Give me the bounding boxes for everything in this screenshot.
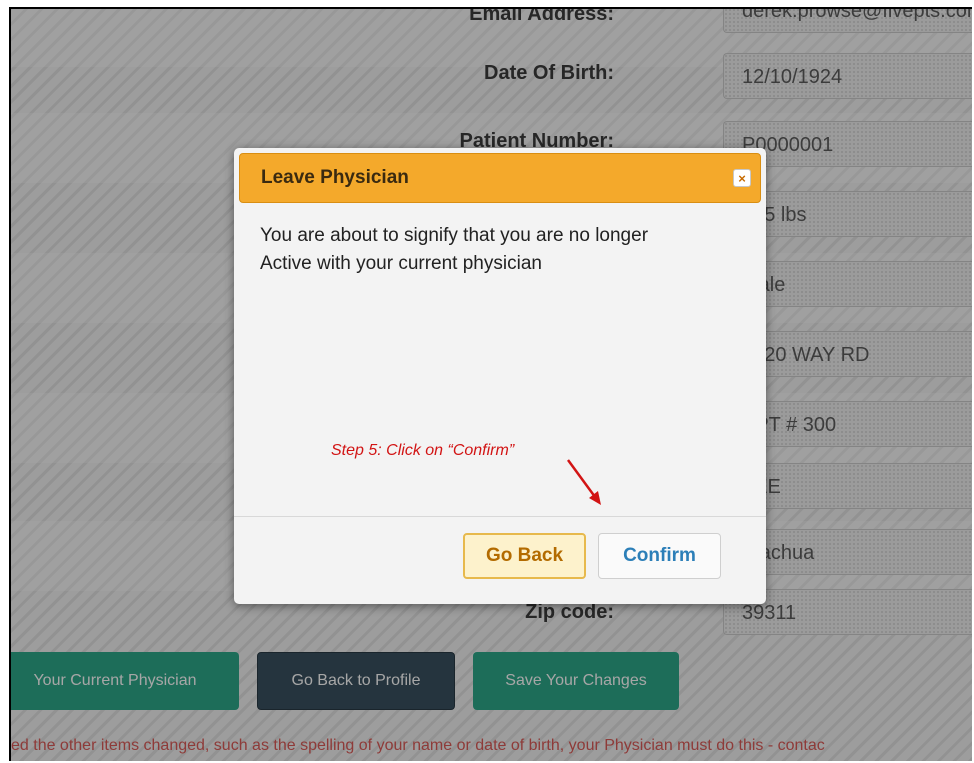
close-icon[interactable]: × [733, 169, 751, 187]
dialog-message-line: You are about to signify that you are no… [260, 225, 649, 246]
dialog-header: Leave Physician × [239, 153, 761, 203]
dialog-message-line: Active with your current physician [260, 253, 542, 274]
dialog-message: You are about to signify that you are no… [260, 222, 740, 278]
confirm-button[interactable]: Confirm [598, 533, 721, 579]
dialog-divider [234, 516, 766, 517]
go-back-button[interactable]: Go Back [463, 533, 586, 579]
step-annotation: Step 5: Click on “Confirm” [331, 442, 515, 459]
annotation-arrow-icon [566, 459, 601, 505]
screenshot-frame: Email Address: derek.prowse@fivepts.com … [9, 7, 972, 761]
leave-physician-dialog: Leave Physician × You are about to signi… [234, 148, 766, 604]
dialog-title: Leave Physician [261, 167, 409, 188]
